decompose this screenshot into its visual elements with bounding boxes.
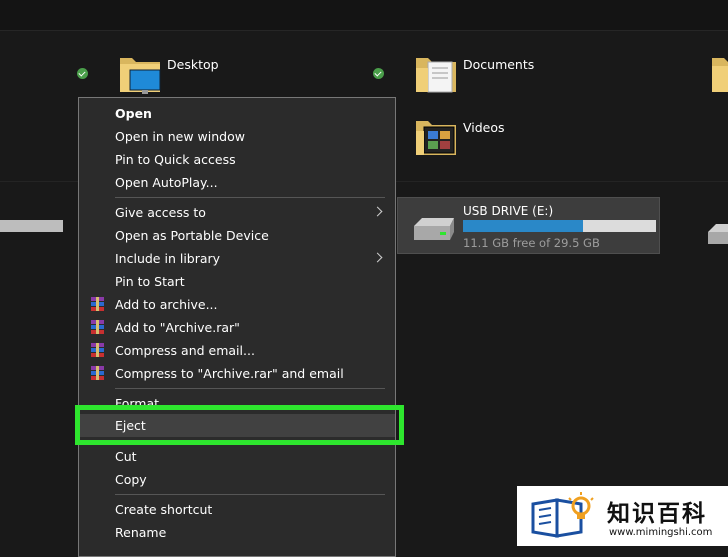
menu-separator bbox=[115, 197, 385, 198]
hard-drive-icon[interactable] bbox=[706, 222, 728, 248]
drive-usage-bar bbox=[463, 220, 656, 232]
menu-item-give-access[interactable]: Give access to bbox=[79, 201, 395, 224]
book-lightbulb-logo-icon bbox=[531, 492, 594, 538]
usb-drive-tile[interactable]: USB DRIVE (E:) 11.1 GB free of 29.5 GB bbox=[397, 197, 660, 254]
desktop-folder-icon bbox=[120, 58, 161, 94]
menu-item-add-archive[interactable]: Add to archive... bbox=[79, 293, 395, 316]
menu-item-pin-quick-access[interactable]: Pin to Quick access bbox=[79, 148, 395, 171]
videos-folder[interactable] bbox=[414, 115, 458, 163]
menu-item-open-new-window[interactable]: Open in new window bbox=[79, 125, 395, 148]
watermark-url: www.mimingshi.com bbox=[609, 527, 713, 538]
winrar-icon bbox=[91, 366, 104, 380]
context-menu: Open Open in new window Pin to Quick acc… bbox=[78, 97, 396, 557]
menu-separator bbox=[115, 388, 385, 389]
menu-item-pin-start[interactable]: Pin to Start bbox=[79, 270, 395, 293]
menu-item-cut[interactable]: Cut bbox=[79, 445, 395, 468]
menu-item-open[interactable]: Open bbox=[79, 102, 395, 125]
folder-label-desktop: Desktop bbox=[167, 57, 219, 72]
drive-name: USB DRIVE (E:) bbox=[463, 204, 554, 218]
menu-item-rename[interactable]: Rename bbox=[79, 521, 395, 544]
window-top-bar bbox=[0, 0, 728, 31]
folder-label-documents: Documents bbox=[463, 57, 535, 72]
folder-label-videos: Videos bbox=[463, 120, 505, 135]
desktop-folder[interactable] bbox=[118, 52, 162, 100]
eject-highlight-box bbox=[75, 405, 404, 445]
winrar-icon bbox=[91, 343, 104, 357]
documents-folder[interactable] bbox=[414, 52, 458, 100]
menu-item-include-library[interactable]: Include in library bbox=[79, 247, 395, 270]
chevron-right-icon bbox=[372, 206, 383, 217]
folder-icon bbox=[712, 58, 728, 92]
menu-item-open-portable-device[interactable]: Open as Portable Device bbox=[79, 224, 395, 247]
menu-item-compress-email[interactable]: Compress and email... bbox=[79, 339, 395, 362]
drive-usage-fill bbox=[463, 220, 583, 232]
drive-usage-bar-partial bbox=[0, 220, 63, 232]
menu-item-add-archive-rar[interactable]: Add to "Archive.rar" bbox=[79, 316, 395, 339]
winrar-icon bbox=[91, 297, 104, 311]
watermark-title: 知识百科 bbox=[607, 501, 707, 527]
partial-folder[interactable] bbox=[710, 52, 728, 100]
videos-folder-icon bbox=[416, 121, 456, 155]
sync-status-icon bbox=[373, 68, 384, 79]
menu-separator bbox=[115, 494, 385, 495]
menu-item-copy[interactable]: Copy bbox=[79, 468, 395, 491]
sync-status-icon bbox=[77, 68, 88, 79]
watermark: 知识百科 www.mimingshi.com bbox=[517, 486, 728, 546]
menu-item-compress-rar-email[interactable]: Compress to "Archive.rar" and email bbox=[79, 362, 395, 385]
chevron-right-icon bbox=[372, 252, 383, 263]
usb-drive-icon bbox=[414, 218, 454, 240]
drive-free-space: 11.1 GB free of 29.5 GB bbox=[463, 236, 600, 250]
winrar-icon bbox=[91, 320, 104, 334]
menu-item-create-shortcut[interactable]: Create shortcut bbox=[79, 498, 395, 521]
documents-folder-icon bbox=[416, 58, 456, 93]
menu-item-open-autoplay[interactable]: Open AutoPlay... bbox=[79, 171, 395, 194]
